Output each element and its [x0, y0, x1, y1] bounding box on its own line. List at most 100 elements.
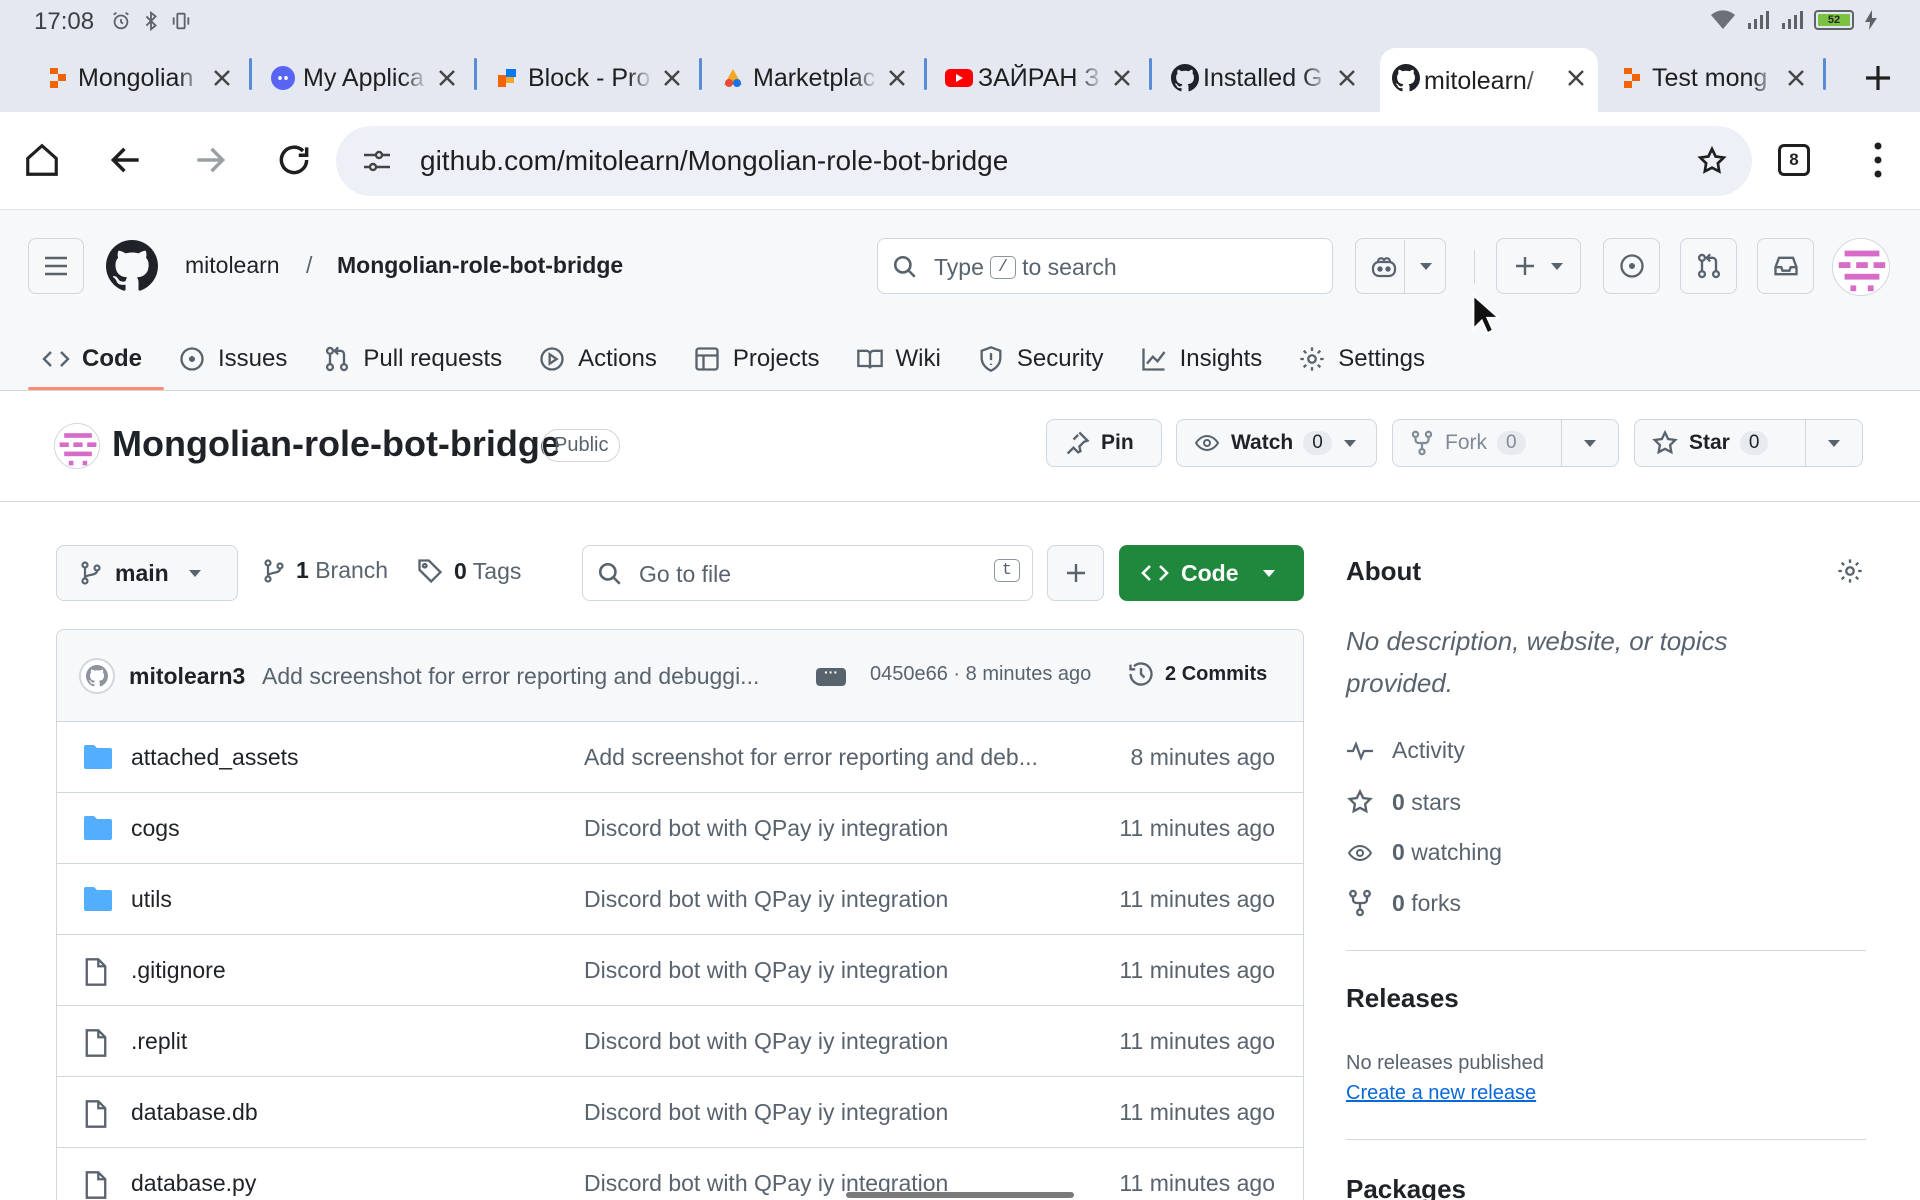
tab-pull-requests[interactable]: Pull requests: [309, 328, 524, 390]
browser-tab-active[interactable]: mitolearn/: [1380, 48, 1598, 114]
add-file-button[interactable]: [1047, 545, 1104, 601]
tab-security[interactable]: Security: [963, 328, 1126, 390]
tab-insights[interactable]: Insights: [1126, 328, 1285, 390]
chevron-down-icon: [1262, 570, 1275, 577]
file-commit-message-link[interactable]: Discord bot with QPay iy integration: [584, 886, 1084, 913]
tab-projects[interactable]: Projects: [679, 328, 842, 390]
tab-wiki[interactable]: Wiki: [842, 328, 963, 390]
commit-message-link[interactable]: Add screenshot for error reporting and d…: [262, 663, 798, 690]
browser-tab[interactable]: ЗАЙРАН З: [934, 48, 1144, 108]
file-row[interactable]: .replit Discord bot with QPay iy integrat…: [57, 1006, 1303, 1077]
fork-button[interactable]: Fork 0: [1392, 419, 1619, 467]
file-name-link[interactable]: database.py: [131, 1170, 256, 1197]
breadcrumb-owner-link[interactable]: mitolearn: [185, 252, 280, 279]
tab-settings[interactable]: Settings: [1284, 328, 1447, 390]
star-dropdown[interactable]: [1805, 420, 1862, 466]
file-row[interactable]: utils Discord bot with QPay iy integratio…: [57, 864, 1303, 935]
file-row[interactable]: attached_assets Add screenshot for error …: [57, 722, 1303, 793]
fork-dropdown[interactable]: [1561, 420, 1618, 466]
browser-tab[interactable]: My Applica: [259, 48, 469, 108]
create-release-link[interactable]: Create a new release: [1346, 1082, 1536, 1105]
issues-button[interactable]: [1603, 238, 1660, 294]
packages-heading[interactable]: Packages: [1346, 1174, 1466, 1200]
close-tab-icon[interactable]: [1564, 66, 1588, 90]
site-settings-icon[interactable]: [362, 148, 392, 174]
tags-link[interactable]: 0 Tags: [416, 557, 521, 585]
create-new-button[interactable]: [1496, 238, 1581, 294]
pulse-icon: [1347, 740, 1373, 761]
file-commit-message-link[interactable]: Discord bot with QPay iy integration: [584, 957, 1084, 984]
close-tab-icon[interactable]: [435, 66, 459, 90]
user-avatar[interactable]: [1832, 238, 1890, 296]
reload-button[interactable]: [270, 136, 318, 184]
home-button[interactable]: [18, 136, 66, 184]
branch-selector[interactable]: main: [56, 545, 238, 601]
commit-sha-time[interactable]: 0450e66 · 8 minutes ago: [870, 663, 1091, 686]
close-tab-icon[interactable]: [210, 66, 234, 90]
watchers-link[interactable]: 0 watching: [1346, 839, 1502, 866]
branches-link[interactable]: 1 Branch: [262, 557, 388, 584]
browser-tab[interactable]: Mongolian: [34, 48, 244, 108]
tab-actions[interactable]: Actions: [524, 328, 679, 390]
commit-author-avatar[interactable]: [79, 658, 115, 694]
pin-button[interactable]: Pin: [1046, 419, 1162, 467]
tab-issues[interactable]: Issues: [164, 328, 309, 390]
chevron-down-icon[interactable]: [1418, 260, 1434, 272]
close-tab-icon[interactable]: [885, 66, 909, 90]
scroll-indicator[interactable]: [846, 1192, 1074, 1198]
file-commit-message-link[interactable]: Discord bot with QPay iy integration: [584, 815, 1084, 842]
chevron-down-icon: [1343, 440, 1356, 447]
close-tab-icon[interactable]: [1784, 66, 1808, 90]
star-button[interactable]: Star 0: [1634, 419, 1863, 467]
commits-history-link[interactable]: 2 Commits: [1127, 660, 1267, 688]
file-commit-message-link[interactable]: Add screenshot for error reporting and d…: [584, 744, 1084, 771]
browser-tab[interactable]: Marketplac: [709, 48, 919, 108]
stars-link[interactable]: 0 stars: [1346, 788, 1461, 816]
address-bar[interactable]: github.com/mitolearn/Mongolian-role-bot-…: [336, 126, 1752, 196]
file-commit-message-link[interactable]: Discord bot with QPay iy integration: [584, 1099, 1084, 1126]
global-search-input[interactable]: Type / to search: [877, 238, 1333, 294]
expand-commit-message-button[interactable]: ···: [816, 665, 846, 686]
watch-button[interactable]: Watch 0: [1176, 419, 1377, 467]
breadcrumb-repo-link[interactable]: Mongolian-role-bot-bridge: [337, 252, 623, 279]
browser-menu-icon[interactable]: [1862, 138, 1894, 182]
file-name-link[interactable]: utils: [131, 886, 172, 913]
forward-button[interactable]: [186, 136, 234, 184]
file-row[interactable]: .gitignore Discord bot with QPay iy integ…: [57, 935, 1303, 1006]
activity-link[interactable]: Activity: [1346, 737, 1465, 764]
url-text[interactable]: github.com/mitolearn/Mongolian-role-bot-…: [420, 145, 1008, 177]
file-name-link[interactable]: attached_assets: [131, 744, 299, 771]
gear-icon[interactable]: [1836, 557, 1864, 585]
tab-code[interactable]: Code: [28, 328, 164, 390]
file-name-link[interactable]: .replit: [131, 1028, 187, 1055]
file-row[interactable]: database.db Discord bot with QPay iy inte…: [57, 1077, 1303, 1148]
inbox-button[interactable]: [1757, 238, 1814, 294]
browser-tab[interactable]: Test mong: [1608, 48, 1818, 108]
browser-tab[interactable]: Installed G: [1159, 48, 1369, 108]
new-tab-button[interactable]: [1858, 58, 1898, 98]
releases-heading[interactable]: Releases: [1346, 983, 1459, 1014]
forks-link[interactable]: 0 forks: [1346, 889, 1461, 917]
github-logo-icon[interactable]: [106, 240, 158, 292]
repo-title[interactable]: Mongolian-role-bot-bridge: [112, 423, 560, 465]
close-tab-icon[interactable]: [660, 66, 684, 90]
go-to-file-input[interactable]: Go to file t: [582, 545, 1033, 601]
close-tab-icon[interactable]: [1335, 66, 1359, 90]
code-download-button[interactable]: Code: [1119, 545, 1304, 601]
browser-tab[interactable]: Block - Pro: [484, 48, 694, 108]
copilot-button[interactable]: [1355, 238, 1446, 294]
bookmark-star-icon[interactable]: [1696, 145, 1728, 177]
file-row[interactable]: cogs Discord bot with QPay iy integration…: [57, 793, 1303, 864]
tab-switcher-button[interactable]: 8: [1778, 144, 1810, 176]
file-commit-message-link[interactable]: Discord bot with QPay iy integration: [584, 1028, 1084, 1055]
file-name-link[interactable]: .gitignore: [131, 957, 226, 984]
file-row[interactable]: database.py Discord bot with QPay iy inte…: [57, 1148, 1303, 1200]
close-tab-icon[interactable]: [1110, 66, 1134, 90]
back-button[interactable]: [102, 136, 150, 184]
pull-requests-button[interactable]: [1680, 238, 1737, 294]
repo-owner-avatar[interactable]: [54, 423, 100, 469]
commit-author-link[interactable]: mitolearn3: [129, 663, 245, 690]
file-name-link[interactable]: cogs: [131, 815, 180, 842]
hamburger-menu-button[interactable]: [28, 238, 84, 294]
file-name-link[interactable]: database.db: [131, 1099, 258, 1126]
